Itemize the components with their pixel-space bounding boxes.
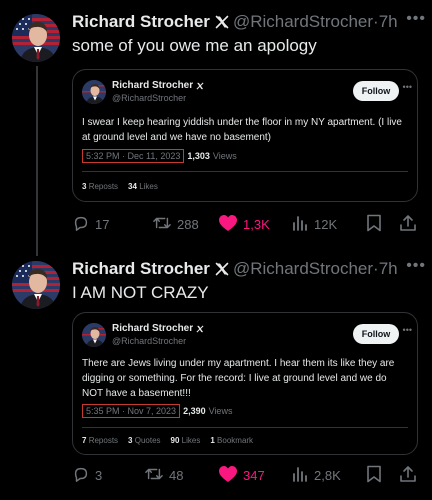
follow-button[interactable]: Follow [353, 324, 399, 344]
quoted-stat-likes[interactable]: 90 Likes [171, 436, 201, 445]
post-text: some of you owe me an apology [72, 36, 317, 55]
author-avatar[interactable] [12, 261, 60, 309]
quoted-stats: 7 Reposts 3 Quotes 90 Likes 1 Bookmark [82, 436, 263, 445]
repost-icon [144, 465, 164, 486]
reply-button[interactable]: 17 [72, 214, 109, 235]
heart-filled-icon [218, 214, 238, 235]
heart-filled-icon [218, 465, 238, 486]
like-count: 1,3K [243, 216, 270, 232]
verified-x-icon [196, 81, 204, 90]
quoted-author-avatar[interactable] [82, 323, 106, 347]
verified-x-icon [215, 262, 229, 276]
post-2[interactable]: Richard Strocher @RichardStrocher · 7h •… [0, 257, 432, 497]
share-button[interactable] [399, 465, 417, 486]
quoted-stat-reposts[interactable]: 7 Reposts [82, 436, 118, 445]
quoted-post[interactable]: Richard Strocher @RichardStrocher Follow… [72, 69, 418, 202]
verified-x-icon [196, 324, 204, 333]
like-button[interactable]: 347 [218, 465, 265, 486]
author-handle[interactable]: @RichardStrocher [233, 259, 373, 279]
reply-icon [72, 214, 90, 235]
quoted-more-options-icon[interactable]: ••• [403, 325, 412, 335]
repost-button[interactable]: 288 [152, 214, 199, 235]
quoted-views-count: 2,390 [183, 406, 206, 416]
more-options-icon[interactable]: ••• [406, 257, 426, 275]
quoted-post-timestamp[interactable]: 5:35 PM · Nov 7, 2023 [82, 404, 181, 418]
quoted-post[interactable]: Richard Strocher @RichardStrocher Follow… [72, 312, 418, 455]
share-icon [399, 214, 417, 235]
quoted-stat-likes[interactable]: 34 Likes [128, 182, 158, 191]
quoted-author-name-text: Richard Strocher [112, 323, 194, 334]
like-button[interactable]: 1,3K [218, 214, 270, 235]
author-name[interactable]: Richard Strocher [72, 12, 210, 32]
quoted-divider [82, 427, 408, 428]
quoted-author-handle[interactable]: @RichardStrocher [112, 93, 186, 103]
quoted-post-text: There are Jews living under my apartment… [82, 358, 395, 399]
quoted-divider [82, 171, 408, 172]
share-icon [399, 465, 417, 486]
bookmark-button[interactable] [366, 465, 382, 486]
post-actions: 3 48 347 2,8K [72, 463, 424, 487]
bookmark-icon [366, 465, 382, 486]
like-count: 347 [243, 467, 265, 483]
quoted-views-label: Views [208, 406, 233, 416]
bookmark-button[interactable] [366, 214, 382, 235]
quoted-stats: 3 Reposts 34 Likes [82, 182, 168, 191]
views-button[interactable]: 2,8K [291, 465, 341, 486]
follow-button[interactable]: Follow [353, 81, 399, 101]
quoted-views-label: Views [212, 151, 237, 161]
reply-button[interactable]: 3 [72, 465, 102, 486]
quoted-post-meta: 5:32 PM · Dec 11, 2023 1,303 Views [82, 149, 237, 163]
views-count: 12K [314, 216, 338, 232]
post-1[interactable]: Richard Strocher @RichardStrocher · 7h •… [0, 10, 432, 240]
quoted-post-timestamp[interactable]: 5:32 PM · Dec 11, 2023 [82, 149, 185, 163]
post-header: Richard Strocher @RichardStrocher · 7h [72, 257, 424, 281]
bookmark-icon [366, 214, 382, 235]
post-time[interactable]: 7h [379, 259, 398, 279]
share-button[interactable] [399, 214, 417, 235]
author-handle[interactable]: @RichardStrocher [233, 12, 373, 32]
quoted-author-name-text: Richard Strocher [112, 80, 194, 91]
post-actions: 17 288 1,3K 12K [72, 212, 424, 236]
quoted-post-meta: 5:35 PM · Nov 7, 2023 2,390 Views [82, 404, 232, 418]
reply-count: 17 [95, 216, 110, 232]
post-time[interactable]: 7h [379, 12, 398, 32]
analytics-icon [291, 214, 309, 235]
quoted-views-count: 1,303 [187, 151, 210, 161]
author-name[interactable]: Richard Strocher [72, 259, 210, 279]
quoted-stat-reposts[interactable]: 3 Reposts [82, 182, 118, 191]
post-text: I AM NOT CRAZY [72, 283, 209, 302]
quoted-post-text: I swear I keep hearing yiddish under the… [82, 117, 402, 143]
post-header: Richard Strocher @RichardStrocher · 7h [72, 10, 424, 34]
quoted-author-name[interactable]: Richard Strocher [112, 80, 204, 91]
views-button[interactable]: 12K [291, 214, 337, 235]
author-avatar[interactable] [12, 14, 60, 62]
quoted-author-name[interactable]: Richard Strocher [112, 323, 204, 334]
quoted-more-options-icon[interactable]: ••• [403, 82, 412, 92]
quoted-author-handle[interactable]: @RichardStrocher [112, 336, 186, 346]
quoted-author-avatar[interactable] [82, 80, 106, 104]
analytics-icon [291, 465, 309, 486]
verified-x-icon [215, 15, 229, 29]
repost-count: 288 [177, 216, 199, 232]
repost-count: 48 [169, 467, 184, 483]
quoted-stat-bookmarks[interactable]: 1 Bookmark [210, 436, 253, 445]
views-count: 2,8K [314, 467, 341, 483]
repost-icon [152, 214, 172, 235]
reply-count: 3 [95, 467, 103, 483]
quoted-stat-quotes[interactable]: 3 Quotes [128, 436, 160, 445]
reply-icon [72, 465, 90, 486]
repost-button[interactable]: 48 [144, 465, 183, 486]
more-options-icon[interactable]: ••• [406, 10, 426, 28]
